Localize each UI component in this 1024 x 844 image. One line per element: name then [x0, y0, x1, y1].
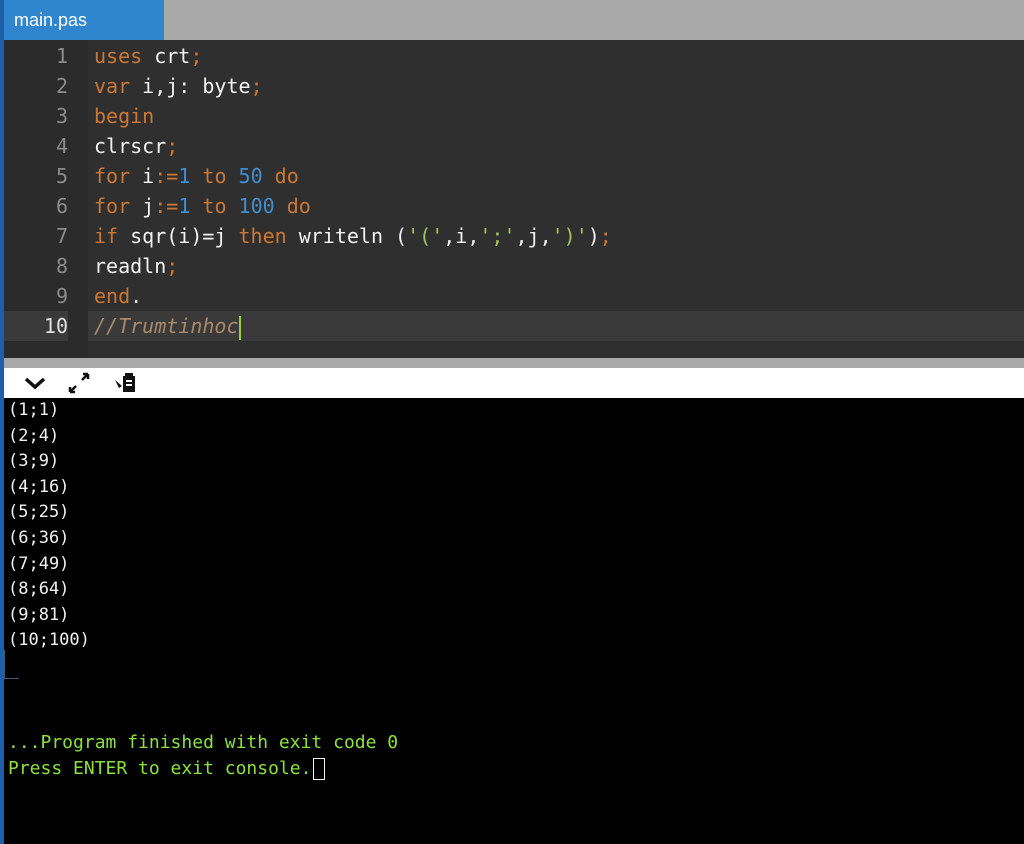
text-caret	[238, 315, 241, 340]
console-output-line: (8;64)	[8, 579, 70, 600]
console-output-line: (2;4)	[8, 425, 60, 446]
code-token: :=	[154, 164, 179, 188]
code-line[interactable]: readln;	[88, 251, 1024, 281]
line-number: 5	[55, 164, 68, 188]
code-token: begin	[94, 104, 155, 128]
code-token: ')'	[551, 224, 588, 248]
ide-window: main.pas 1 2 3 4 5 6 7 8 9 10 uses crt; var i,j: b…	[0, 0, 1024, 844]
console-output-line: (1;1)	[8, 400, 60, 420]
code-token: var	[94, 74, 131, 98]
code-token: :=	[154, 194, 179, 218]
code-token: clrscr	[94, 134, 167, 158]
line-number: 1	[55, 44, 68, 68]
line-number: 4	[55, 134, 68, 158]
code-token: crt	[142, 44, 191, 68]
console-output-line: (4;16)	[8, 476, 70, 497]
code-line[interactable]: //Trumtinhoc	[88, 311, 1024, 341]
code-editor[interactable]: 1 2 3 4 5 6 7 8 9 10 uses crt; var i,j: byte; begin…	[4, 40, 1024, 358]
code-token: to	[190, 164, 227, 188]
tab-bar: main.pas	[4, 0, 1024, 40]
code-token: do	[262, 164, 299, 188]
code-token: ;	[599, 224, 612, 248]
code-token: '('	[407, 224, 444, 248]
code-token: 1	[178, 194, 191, 218]
line-number: 7	[55, 224, 68, 248]
code-area[interactable]: uses crt; var i,j: byte; begin clrscr; for i…	[88, 40, 1024, 358]
code-token: writeln (	[286, 224, 408, 248]
code-line[interactable]: clrscr;	[88, 131, 1024, 161]
code-token: .	[130, 284, 143, 308]
line-number: 2	[55, 74, 68, 98]
line-number: 3	[55, 104, 68, 128]
line-number: 8	[55, 254, 68, 278]
code-token: i	[130, 164, 155, 188]
console-toolbar	[4, 368, 1024, 398]
code-token: end	[94, 284, 131, 308]
code-token: ;	[166, 134, 179, 158]
code-token: //Trumtinhoc	[94, 314, 239, 338]
exit-message: ...Program finished with exit code 0	[8, 732, 399, 753]
code-token: readln	[94, 254, 167, 278]
console-output-line: (10;100)	[8, 630, 90, 651]
code-line[interactable]: for j:=1 to 100 do	[88, 191, 1024, 221]
press-enter-message: Press ENTER to exit console.	[8, 756, 326, 782]
code-token: if	[94, 224, 119, 248]
console-output-line: (9;81)	[8, 604, 70, 625]
console-output-line: (7;49)	[8, 553, 70, 574]
code-line[interactable]: for i:=1 to 50 do	[88, 161, 1024, 191]
code-token: )	[587, 224, 600, 248]
stop-icon[interactable]	[112, 370, 138, 396]
console-output-line: (3;9)	[8, 451, 60, 472]
line-number: 9	[55, 284, 68, 308]
code-line[interactable]: if sqr(i)=j then writeln ('(',i,';',j,')…	[88, 221, 1024, 251]
code-line[interactable]: var i,j: byte;	[88, 71, 1024, 101]
line-number: 6	[55, 194, 68, 218]
console-output-line: (5;25)	[8, 502, 70, 523]
code-token: then	[226, 224, 287, 248]
code-token: sqr(i)=j	[118, 224, 227, 248]
line-number: 10	[4, 311, 68, 341]
code-token: i,j: byte	[130, 74, 251, 98]
code-token: ;	[190, 44, 203, 68]
line-number-gutter: 1 2 3 4 5 6 7 8 9 10	[4, 40, 86, 358]
code-token: ;	[250, 74, 263, 98]
code-token: 1	[178, 164, 191, 188]
code-line[interactable]: uses crt;	[88, 41, 1024, 71]
code-token: j	[130, 194, 155, 218]
code-token: to	[190, 194, 227, 218]
console-cursor	[313, 758, 326, 780]
code-token: 100	[226, 194, 275, 218]
code-line[interactable]: begin	[88, 101, 1024, 131]
code-token: ,i,	[443, 224, 480, 248]
code-token: ';'	[479, 224, 516, 248]
panel-divider[interactable]	[4, 358, 1024, 368]
code-token: do	[274, 194, 311, 218]
code-token: for	[94, 194, 131, 218]
code-token: 50	[226, 164, 263, 188]
code-line[interactable]: end.	[88, 281, 1024, 311]
press-enter-text: Press ENTER to exit console.	[8, 758, 312, 779]
code-token: ;	[166, 254, 179, 278]
expand-icon[interactable]	[66, 370, 92, 396]
tab-main-pas[interactable]: main.pas	[4, 0, 164, 40]
chevron-down-icon[interactable]	[22, 370, 48, 396]
console-output[interactable]: ...Program finished with exit code 0 Pre…	[4, 398, 1024, 844]
code-token: ,j,	[515, 224, 552, 248]
code-token: for	[94, 164, 131, 188]
console-output-line: (6;36)	[8, 528, 70, 548]
code-token: uses	[94, 44, 143, 68]
